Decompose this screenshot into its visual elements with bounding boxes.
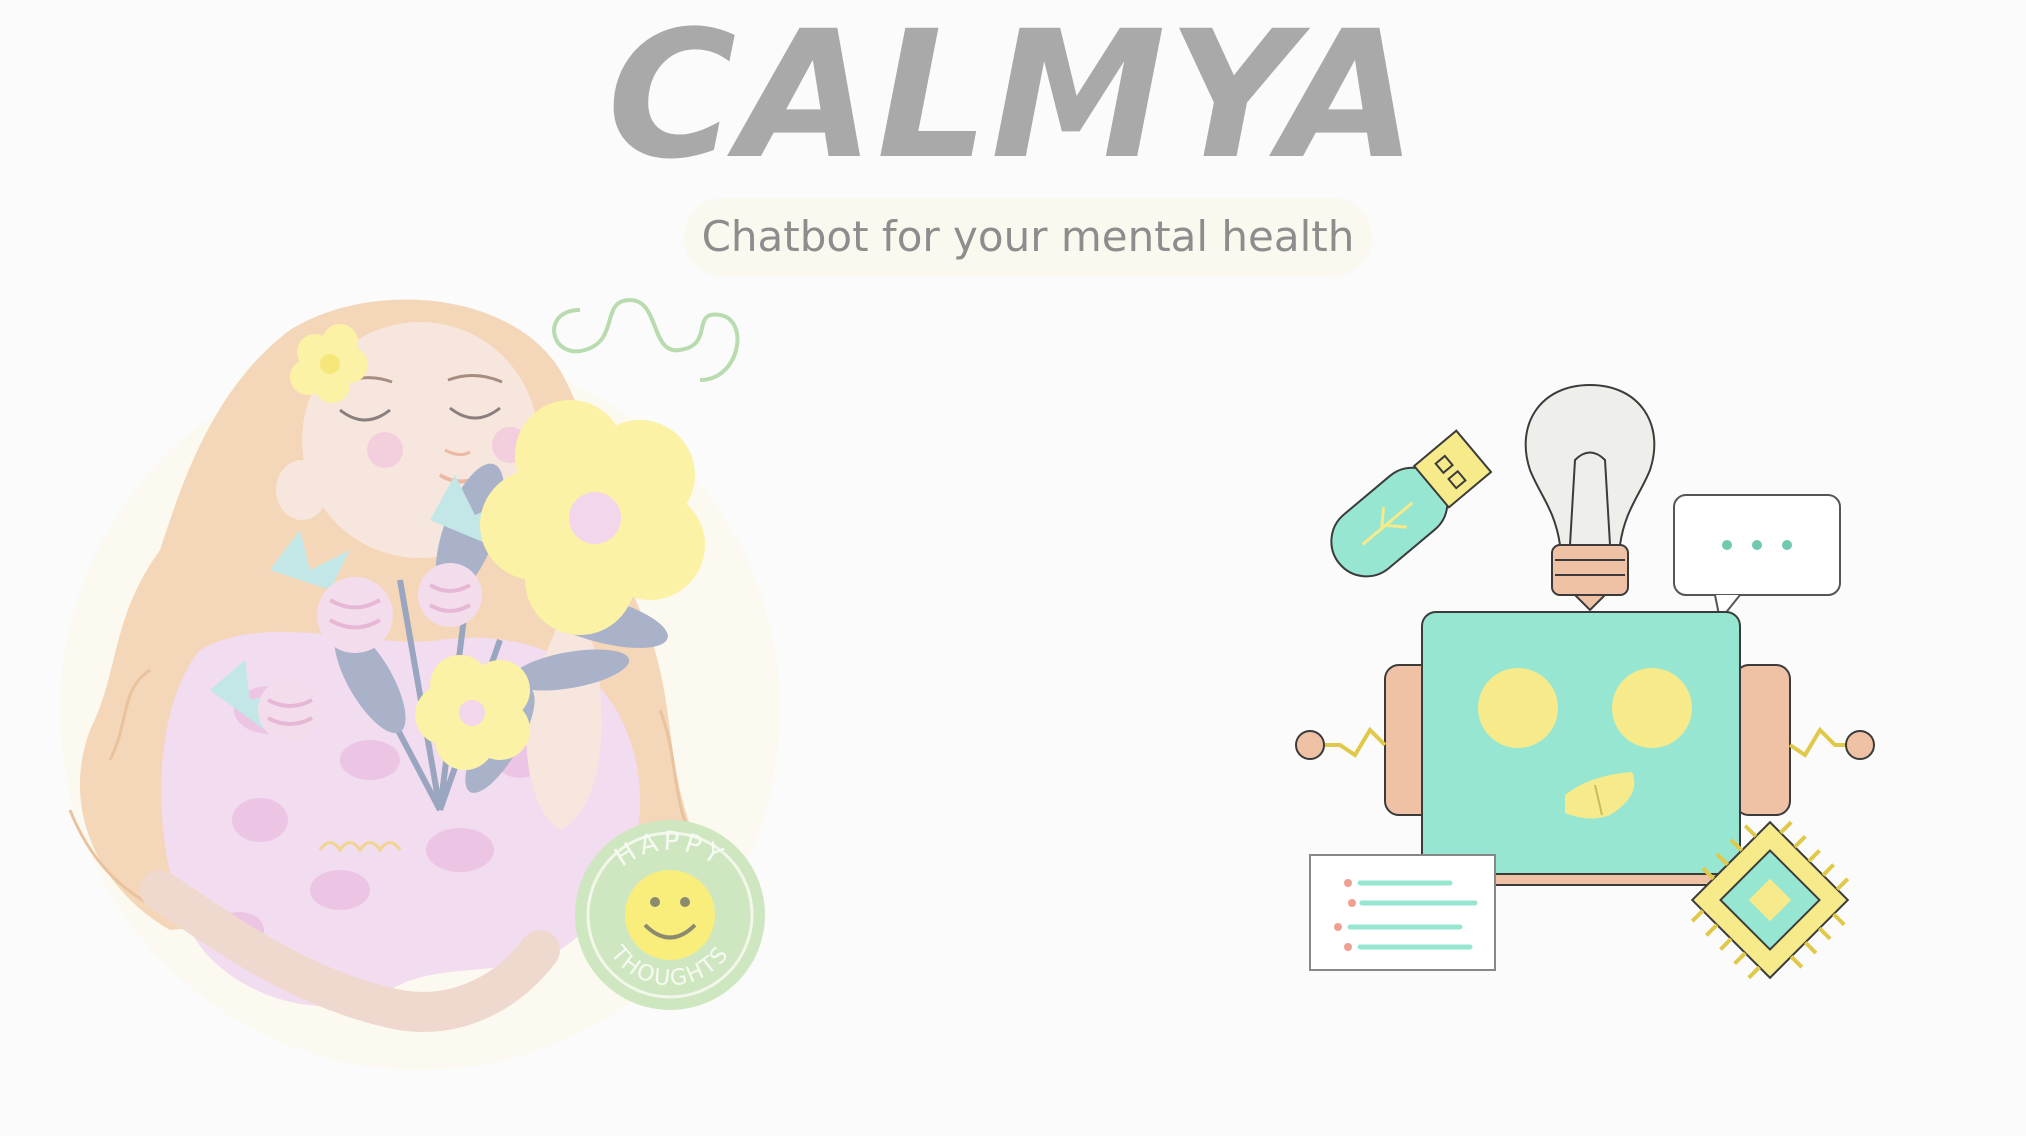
- list-card-icon: [1309, 854, 1496, 971]
- happy-thoughts-badge: HAPPY THOUGHTS: [575, 820, 765, 1010]
- robot-face: [1421, 611, 1741, 875]
- speech-bubble-icon: [1673, 494, 1841, 623]
- app-title: CALMYA: [607, 0, 1419, 198]
- robot-eye-left-icon: [1478, 668, 1558, 748]
- robot-illustration: [1295, 383, 1875, 980]
- usb-icon: [1330, 429, 1493, 578]
- robot-eye-right-icon: [1612, 668, 1692, 748]
- subtitle-banner: Chatbot for your mental health: [684, 198, 1372, 276]
- lightbulb-icon: [1524, 383, 1656, 612]
- swirl-decoration: [552, 297, 740, 382]
- app-subtitle: Chatbot for your mental health: [701, 212, 1355, 261]
- smiley-face-icon: [625, 870, 715, 960]
- woman-with-flowers-illustration: HAPPY THOUGHTS: [60, 297, 780, 1070]
- landing-page: CALMYA Chatbot for your mental health HA…: [0, 0, 2026, 1136]
